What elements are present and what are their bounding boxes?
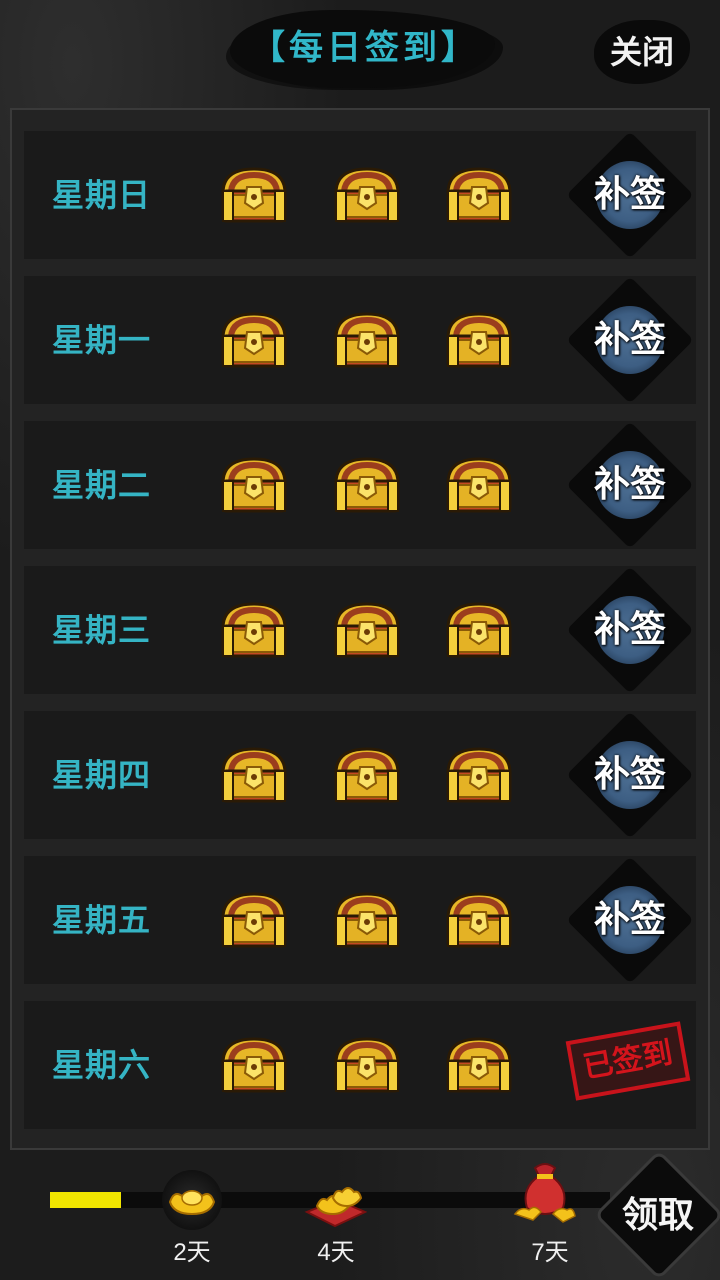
reward-chest[interactable] bbox=[330, 453, 404, 517]
treasure-chest-icon bbox=[446, 167, 512, 223]
makeup-signin-label: 补签 bbox=[593, 754, 666, 795]
makeup-signin-button[interactable]: 补签 bbox=[566, 711, 694, 839]
close-button[interactable]: 关闭 bbox=[594, 22, 690, 82]
treasure-chest-icon bbox=[446, 747, 512, 803]
treasure-chest-icon bbox=[334, 747, 400, 803]
treasure-chest-icon bbox=[334, 167, 400, 223]
reward-chest[interactable] bbox=[217, 598, 291, 662]
treasure-chest-icon bbox=[221, 747, 287, 803]
reward-chest[interactable] bbox=[217, 453, 291, 517]
reward-chest[interactable] bbox=[217, 743, 291, 807]
treasure-chest-icon bbox=[334, 892, 400, 948]
treasure-chest-icon bbox=[334, 1037, 400, 1093]
day-row: 星期三 补签 bbox=[24, 566, 696, 694]
reward-chest[interactable] bbox=[217, 308, 291, 372]
makeup-signin-label: 补签 bbox=[593, 899, 666, 940]
reward-chest[interactable] bbox=[442, 163, 516, 227]
day-label: 星期六 bbox=[52, 1046, 152, 1084]
reward-chest[interactable] bbox=[217, 888, 291, 952]
treasure-chest-icon bbox=[221, 457, 287, 513]
milestone-4-days[interactable] bbox=[303, 1168, 367, 1232]
makeup-signin-button[interactable]: 补签 bbox=[566, 566, 694, 694]
makeup-signin-label: 补签 bbox=[593, 609, 666, 650]
treasure-chest-icon bbox=[446, 602, 512, 658]
day-label: 星期一 bbox=[52, 321, 152, 359]
reward-chest[interactable] bbox=[330, 598, 404, 662]
signed-stamp-label: 已签到 bbox=[580, 1035, 676, 1086]
treasure-chest-icon bbox=[446, 1037, 512, 1093]
reward-chest[interactable] bbox=[442, 308, 516, 372]
reward-chest[interactable] bbox=[442, 743, 516, 807]
milestone-label: 2天 bbox=[173, 1239, 211, 1266]
reward-chest[interactable] bbox=[330, 163, 404, 227]
day-row: 星期四 补签 bbox=[24, 711, 696, 839]
treasure-chest-icon bbox=[334, 602, 400, 658]
day-row: 星期六 已签到 bbox=[24, 1001, 696, 1129]
milestone-label: 4天 bbox=[317, 1239, 355, 1266]
treasure-chest-icon bbox=[446, 892, 512, 948]
treasure-chest-icon bbox=[221, 312, 287, 368]
reward-chest[interactable] bbox=[330, 308, 404, 372]
reward-chest[interactable] bbox=[442, 1033, 516, 1097]
reward-chest[interactable] bbox=[442, 598, 516, 662]
makeup-signin-button[interactable]: 补签 bbox=[566, 421, 694, 549]
treasure-chest-icon bbox=[221, 602, 287, 658]
day-label: 星期四 bbox=[52, 756, 152, 794]
makeup-signin-button[interactable]: 补签 bbox=[566, 131, 694, 259]
makeup-signin-button[interactable]: 补签 bbox=[566, 276, 694, 404]
treasure-bag-icon bbox=[513, 1163, 576, 1223]
treasure-chest-icon bbox=[446, 312, 512, 368]
signed-stamp: 已签到 bbox=[565, 1021, 691, 1101]
milestone-label: 7天 bbox=[531, 1239, 569, 1266]
treasure-chest-icon bbox=[334, 312, 400, 368]
day-label: 星期三 bbox=[52, 611, 152, 649]
reward-chest[interactable] bbox=[442, 453, 516, 517]
day-row: 星期二 补签 bbox=[24, 421, 696, 549]
reward-chest[interactable] bbox=[330, 888, 404, 952]
day-row: 星期一 补签 bbox=[24, 276, 696, 404]
day-label: 星期日 bbox=[52, 176, 152, 214]
reward-chest[interactable] bbox=[217, 1033, 291, 1097]
page-title: 【每日签到】 bbox=[251, 28, 479, 68]
treasure-chest-icon bbox=[221, 1037, 287, 1093]
reward-chest[interactable] bbox=[217, 163, 291, 227]
claim-button-label: 领取 bbox=[621, 1195, 694, 1236]
milestone-2-days[interactable] bbox=[160, 1168, 224, 1232]
progress-bar-fill bbox=[50, 1192, 122, 1208]
treasure-chest-icon bbox=[334, 457, 400, 513]
gold-ingot-icon bbox=[168, 1190, 216, 1216]
day-label: 星期二 bbox=[52, 466, 152, 504]
treasure-chest-icon bbox=[221, 892, 287, 948]
makeup-signin-label: 补签 bbox=[593, 464, 666, 505]
day-row: 星期五 补签 bbox=[24, 856, 696, 984]
day-row: 星期日 补签 bbox=[24, 131, 696, 259]
treasure-chest-icon bbox=[446, 457, 512, 513]
treasure-chest-icon bbox=[221, 167, 287, 223]
reward-chest[interactable] bbox=[330, 743, 404, 807]
reward-chest[interactable] bbox=[442, 888, 516, 952]
claim-button[interactable]: 领取 bbox=[596, 1154, 720, 1276]
makeup-signin-label: 补签 bbox=[593, 319, 666, 360]
gold-ingot-pile-icon bbox=[304, 1187, 367, 1228]
makeup-signin-button[interactable]: 补签 bbox=[566, 856, 694, 984]
day-label: 星期五 bbox=[52, 901, 152, 939]
milestone-7-days[interactable] bbox=[513, 1158, 577, 1223]
reward-chest[interactable] bbox=[330, 1033, 404, 1097]
makeup-signin-label: 补签 bbox=[593, 174, 666, 215]
